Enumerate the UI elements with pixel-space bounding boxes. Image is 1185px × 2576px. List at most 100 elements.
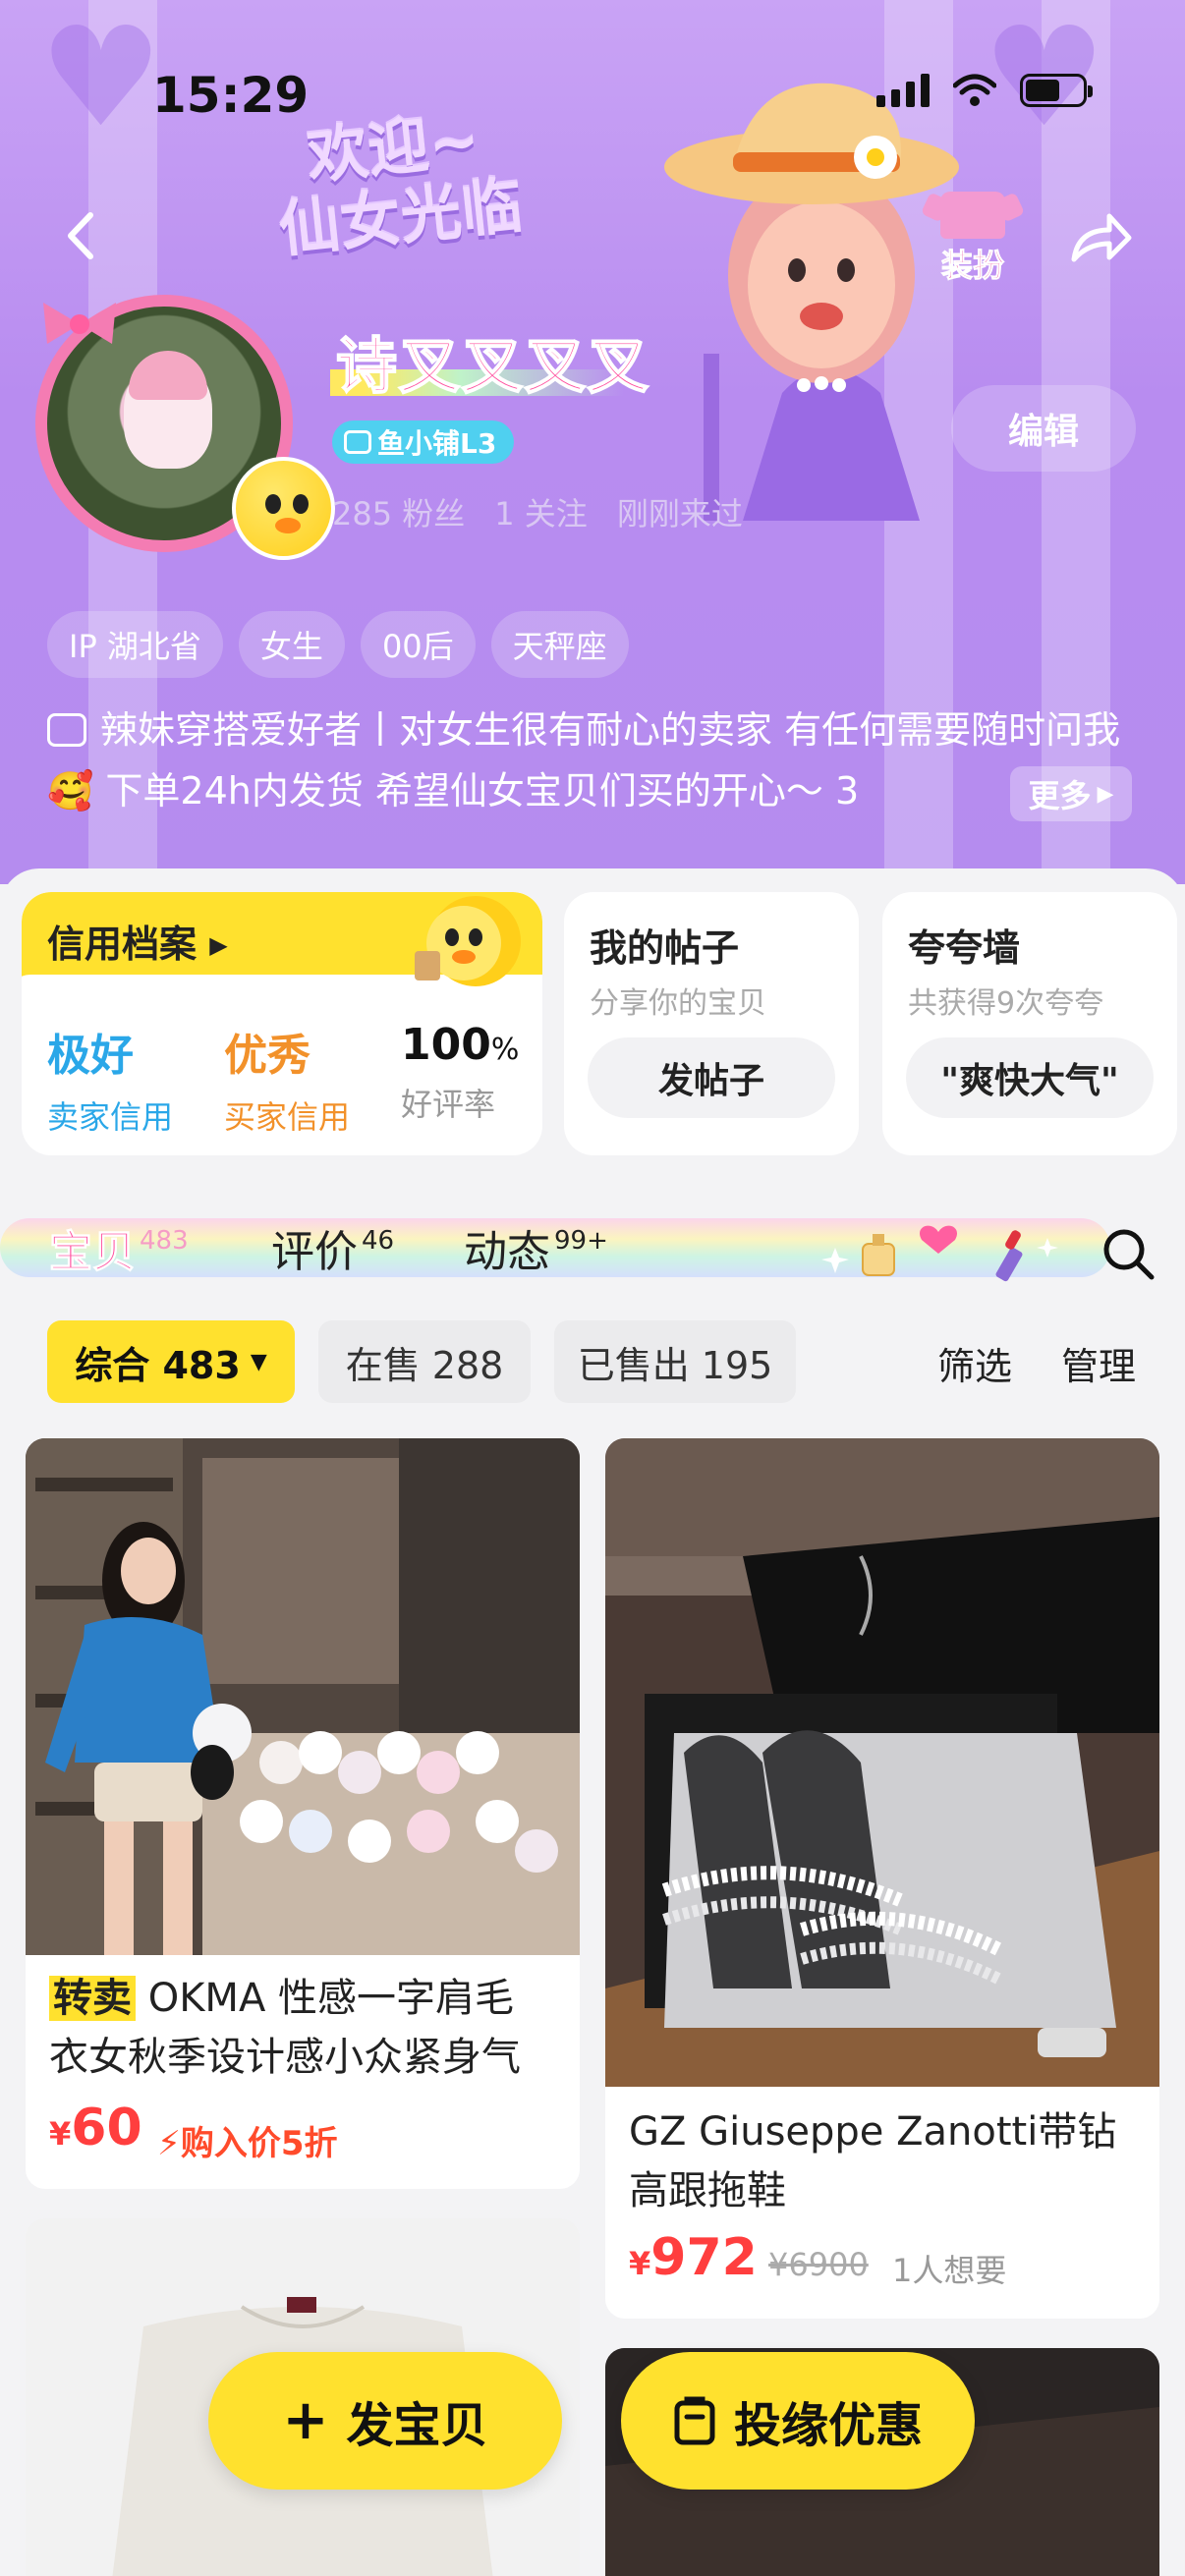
cellular-signal-icon [876,74,930,107]
lightning-icon: ⚡ [157,2124,181,2163]
product-title: 转卖 OKMA 性感一字肩毛 衣女秋季设计感小众紧身气 [49,1969,521,2087]
bow-decoration-icon [43,303,116,344]
positive-rate-value: 100 [401,1020,491,1070]
credit-title-text: 信用档案 [47,923,198,966]
bio-more-button[interactable]: 更多 ▶ [1010,766,1132,821]
filter-sold[interactable]: 已售出 195 [554,1320,796,1403]
product-photo [26,1438,580,1955]
praise-subtitle: 共获得9次夸夸 [908,986,1104,1021]
manage-button[interactable]: 管理 [1061,1336,1136,1390]
currency-symbol: ¥ [629,2245,651,2282]
product-title-line1: OKMA 性感一字肩毛 [147,1976,515,2021]
positive-rate-label: 好评率 [401,1086,496,1123]
product-title-line2: 衣女秋季设计感小众紧身气 [49,2035,521,2080]
tab-activity-count: 99+ [554,1226,608,1256]
dressup-label: 装扮 [940,247,1004,285]
product-price: ¥972 [629,2228,758,2287]
battery-icon [1020,74,1093,107]
chick-badge-icon [232,457,335,560]
caret-down-icon: ▼ [250,1349,267,1374]
shop-level-text: 鱼小铺L3 [377,427,497,460]
share-icon[interactable] [1066,208,1135,267]
currency-symbol: ¥ [49,2115,72,2153]
filter-all-label: 综合 483 [75,1343,241,1387]
original-price: ¥6900 [768,2246,869,2283]
coupon-button[interactable]: 投缘优惠 [621,2352,975,2490]
product-image [605,1438,1159,2087]
tab-items-label: 宝贝 [49,1227,137,1278]
bio-icon [47,713,86,747]
avatar[interactable] [35,295,335,560]
tab-activity[interactable]: 动态 99+ [464,1216,608,1279]
seller-credit: 极好 卖家信用 [47,1020,173,1138]
bio: 辣妹穿搭爱好者丨对女生很有耐心的卖家 有任何需要随时问我🥰 下单24h内发货 希… [47,700,1148,821]
posts-subtitle: 分享你的宝贝 [590,986,766,1021]
filter-on-sale[interactable]: 在售 288 [318,1320,531,1403]
buyer-credit-label: 买家信用 [224,1098,351,1136]
shop-level-badge[interactable]: 鱼小铺L3 [332,420,515,464]
dressup-button[interactable]: 装扮 [919,192,1027,290]
price-value: 972 [650,2228,758,2287]
product-card[interactable]: 转卖 OKMA 性感一字肩毛 衣女秋季设计感小众紧身气 ¥60 ⚡购入价5折 [26,1438,580,2189]
seller-credit-value: 极好 [47,1031,134,1081]
following-count[interactable]: 1 关注 [494,489,588,534]
edit-profile-button[interactable]: 编辑 [951,385,1136,472]
profile-tags: IP 湖北省 女生 00后 天秤座 [47,611,629,678]
credit-file-card[interactable]: 信用档案 ▶ 极好 卖家信用 优秀 买家信用 100% 好评率 [22,892,542,1155]
last-seen: 刚刚来过 [616,495,743,532]
more-label: 更多 [1028,777,1092,814]
discount-label: ⚡购入价5折 [157,2116,338,2164]
nickname: 诗叉叉叉叉 [330,316,657,405]
credit-title: 信用档案 ▶ [47,914,228,968]
praise-wall-card[interactable]: 夸夸墙 共获得9次夸夸 "爽快大气" [882,892,1177,1155]
chick-mascot-icon [415,896,521,986]
plus-icon: + [282,2388,329,2452]
filter-all[interactable]: 综合 483 ▼ [47,1320,295,1403]
perfume-lipstick-decoration-icon [821,1225,1058,1282]
post-item-button[interactable]: + 发宝贝 [208,2352,562,2490]
product-card[interactable]: GZ Giuseppe Zanotti带钻 高跟拖鞋 ¥972 ¥6900 1人… [605,1438,1159,2319]
tag-location: IP 湖北省 [47,611,223,678]
status-icons [876,74,1093,107]
fans-count[interactable]: 285 粉丝 [332,489,465,534]
filter-button[interactable]: 筛选 [937,1336,1012,1390]
play-triangle-icon: ▶ [1097,781,1114,807]
search-icon[interactable] [1099,1224,1157,1283]
discount-text: 购入价5折 [180,2124,338,2163]
coupon-label: 投缘优惠 [733,2398,923,2453]
tab-reviews-label: 评价 [271,1227,358,1277]
product-title-line2: 高跟拖鞋 [629,2168,786,2213]
praise-title: 夸夸墙 [908,926,1021,970]
resell-tag: 转卖 [49,1976,136,2021]
tab-items-count: 483 [140,1226,189,1256]
coupon-bag-icon [674,2396,715,2445]
posts-title: 我的帖子 [590,926,740,970]
product-title-line1: GZ Giuseppe Zanotti带钻 [629,2109,1117,2155]
buyer-credit: 优秀 买家信用 [224,1020,350,1138]
back-arrow-icon[interactable] [49,201,118,270]
content-tabs: 宝贝 483 评价 46 动态 99+ [0,1189,1185,1297]
praise-tag-button[interactable]: "爽快大气" [906,1037,1154,1118]
status-bar: 15:29 [0,0,1185,187]
tab-reviews-count: 46 [362,1226,395,1256]
create-post-button[interactable]: 发帖子 [588,1037,835,1118]
tab-items[interactable]: 宝贝 483 [49,1216,189,1279]
tab-reviews[interactable]: 评价 46 [271,1216,394,1279]
tag-gender: 女生 [238,611,345,678]
status-time: 15:29 [152,67,310,124]
product-price: ¥60 [49,2099,142,2157]
product-title: GZ Giuseppe Zanotti带钻 高跟拖鞋 [629,2102,1116,2220]
product-image [26,1438,580,1955]
shirt-icon [940,192,1005,239]
price-value: 60 [71,2099,142,2157]
play-triangle-icon: ▶ [209,931,228,959]
wants-count: 1人想要 [892,2252,1007,2289]
shop-logo-icon [344,430,371,454]
tag-zodiac: 天秤座 [490,611,629,678]
my-posts-card[interactable]: 我的帖子 分享你的宝贝 发帖子 [564,892,859,1155]
positive-rate: 100% 好评率 [401,1020,519,1125]
profile-stats: 285 粉丝 1 关注 刚刚来过 [332,489,743,534]
wifi-icon [953,74,996,106]
tag-age: 00后 [360,611,476,678]
bio-text: 辣妹穿搭爱好者丨对女生很有耐心的卖家 有任何需要随时问我🥰 下单24h内发货 希… [47,708,1121,812]
